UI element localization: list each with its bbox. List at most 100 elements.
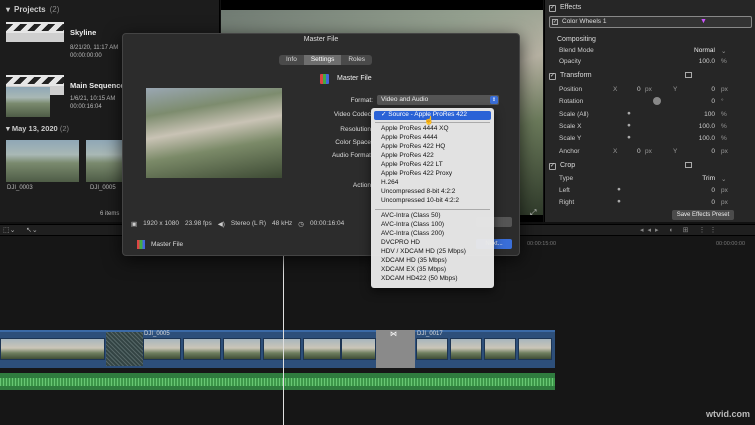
menu-item[interactable]: Apple ProRes 4444 <box>371 134 494 143</box>
anchor-label: Anchor <box>559 148 580 155</box>
axis-x-label: X <box>613 86 618 93</box>
transition-block[interactable]: ⋈ <box>376 330 415 368</box>
slider-knob-icon[interactable]: ● <box>627 110 631 117</box>
crop-checkbox[interactable]: ✓ <box>549 163 556 170</box>
projects-label: Projects <box>14 4 46 14</box>
menu-item[interactable]: AVC-Intra (Class 50) <box>371 212 494 221</box>
select-tool-icon[interactable]: ↖⌄ <box>26 226 38 234</box>
blend-mode-value[interactable]: Normal <box>661 47 715 54</box>
opacity-row[interactable]: Opacity 100.0 % <box>549 57 749 68</box>
save-effects-preset-button[interactable]: Save Effects Preset <box>672 210 734 220</box>
crop-section[interactable]: ✓ Crop <box>549 161 749 173</box>
scale-all-row[interactable]: Scale (All) ● 100 % <box>549 110 749 121</box>
scale-x-label: Scale X <box>559 123 582 130</box>
effects-checkbox[interactable]: ✓ <box>549 5 556 12</box>
menu-item[interactable]: Apple ProRes 422 <box>371 152 494 161</box>
crop-type-row[interactable]: Type Trim ⌄ <box>549 174 749 185</box>
opacity-unit: % <box>721 58 727 65</box>
dialog-title: Master File <box>303 36 339 43</box>
clip-frame <box>0 338 105 360</box>
scale-y-row[interactable]: Scale Y ● 100.0 % <box>549 134 749 145</box>
clip-thumbnail[interactable] <box>86 140 126 182</box>
footer-file-name: Master File <box>151 241 184 248</box>
menu-item[interactable]: Uncompressed 10-bit 4:2:2 <box>371 197 494 206</box>
position-x-value[interactable]: 0 <box>637 86 641 93</box>
projects-header[interactable]: ▾ Projects (2) <box>0 0 219 18</box>
anchor-x-value[interactable]: 0 <box>637 148 641 155</box>
menu-item[interactable]: Apple ProRes 4444 XQ <box>371 125 494 134</box>
fullscreen-icon[interactable]: ⤢ <box>530 208 536 218</box>
anchor-row[interactable]: Anchor X 0 px Y 0 px <box>549 147 749 158</box>
crop-left-value[interactable]: 0 <box>685 187 715 194</box>
crop-left-row[interactable]: Left ● 0 px <box>549 186 749 197</box>
crop-right-value[interactable]: 0 <box>685 199 715 206</box>
action-label: Action <box>352 182 371 189</box>
effects-section[interactable]: ✓ Effects <box>549 3 749 15</box>
slider-knob-icon[interactable]: ● <box>627 122 631 129</box>
color-board-icon[interactable]: ▼ <box>700 18 707 25</box>
clip-frame <box>143 338 181 360</box>
position-row[interactable]: Position X 0 px Y 0 px <box>549 85 749 96</box>
chevron-icon[interactable]: ⌄ <box>721 47 726 55</box>
unit-px: px <box>645 148 652 155</box>
scale-y-value[interactable]: 100.0 <box>685 135 715 142</box>
rotation-dial-icon[interactable] <box>653 97 661 105</box>
color-space-label: Color Space <box>335 139 371 146</box>
crop-right-row[interactable]: Right ● 0 px <box>549 198 749 209</box>
menu-item[interactable]: HDV / XDCAM HD (25 Mbps) <box>371 248 494 257</box>
menu-item[interactable]: XDCAM EX (35 Mbps) <box>371 266 494 275</box>
timeline-controls-icons[interactable]: ◂◂▸ ◖ ⊞ ⋮⋮ <box>640 226 720 234</box>
clip-thumbnail[interactable] <box>6 140 79 182</box>
disclosure-triangle-icon[interactable]: ▾ <box>6 5 10 14</box>
scale-x-value[interactable]: 100.0 <box>685 123 715 130</box>
scale-all-value[interactable]: 100 <box>685 111 715 118</box>
crop-controls-icon[interactable] <box>685 162 692 168</box>
color-wheels-effect[interactable]: ✓ Color Wheels 1 ▼ <box>549 16 752 28</box>
crop-type-value[interactable]: Trim <box>661 175 715 182</box>
position-y-value[interactable]: 0 <box>685 86 715 93</box>
color-wheels-checkbox[interactable]: ✓ <box>552 19 558 25</box>
menu-item[interactable]: XDCAM HD422 (50 Mbps) <box>371 275 494 284</box>
compositing-label: Compositing <box>557 36 596 43</box>
mouse-cursor-icon: ☝ <box>424 116 434 125</box>
date-group-header[interactable]: ▾ May 13, 2020 (2) <box>6 124 69 133</box>
tab-roles[interactable]: Roles <box>341 55 372 65</box>
blend-mode-row[interactable]: Blend Mode Normal ⌄ <box>549 46 749 57</box>
anchor-y-value[interactable]: 0 <box>685 148 715 155</box>
scale-x-row[interactable]: Scale X ● 100.0 % <box>549 122 749 133</box>
menu-item[interactable]: DVCPRO HD <box>371 239 494 248</box>
onscreen-controls-icon[interactable] <box>685 72 692 78</box>
tab-info[interactable]: Info <box>279 55 304 65</box>
transform-checkbox[interactable]: ✓ <box>549 73 556 80</box>
menu-item[interactable]: XDCAM HD (35 Mbps) <box>371 257 494 266</box>
slider-knob-icon[interactable]: ● <box>617 186 621 193</box>
menu-item[interactable]: Apple ProRes 422 HQ <box>371 143 494 152</box>
menu-item[interactable]: H.264 <box>371 179 494 188</box>
rotation-value[interactable]: 0 <box>685 98 715 105</box>
chevron-icon[interactable]: ⌄ <box>721 175 726 183</box>
menu-item[interactable]: AVC-Intra (Class 100) <box>371 221 494 230</box>
slider-knob-icon[interactable]: ● <box>617 198 621 205</box>
tab-settings[interactable]: Settings <box>303 55 342 65</box>
format-select[interactable]: Video and Audio ⇕ <box>377 95 499 105</box>
menu-item[interactable]: AVC-Intra (Class 200) <box>371 230 494 239</box>
menu-item[interactable]: Apple ProRes 422 Proxy <box>371 170 494 179</box>
tool-arrow-icon[interactable]: ⬚⌄ <box>3 226 15 234</box>
menu-item[interactable]: Apple ProRes 422 LT <box>371 161 494 170</box>
video-codec-menu: ✓ Source - Apple ProRes 422 Apple ProRes… <box>371 108 494 288</box>
clock-icon: ◷ <box>298 221 304 228</box>
unit-px: px <box>645 86 652 93</box>
position-label: Position <box>559 86 583 93</box>
disclosure-triangle-icon[interactable]: ▾ <box>6 124 10 133</box>
opacity-label: Opacity <box>559 58 582 65</box>
menu-item[interactable]: Uncompressed 8-bit 4:2:2 <box>371 188 494 197</box>
unit-deg: ° <box>721 98 724 105</box>
rotation-row[interactable]: Rotation 0 ° <box>549 97 749 108</box>
transition-icon[interactable]: ⋈ <box>390 330 397 338</box>
preview-thumbnail <box>146 88 282 178</box>
opacity-value[interactable]: 100.0 <box>685 58 715 65</box>
transform-section[interactable]: ✓ Transform <box>549 71 749 83</box>
playhead[interactable] <box>283 236 284 425</box>
clip-name: DJI_0003 <box>7 185 33 191</box>
slider-knob-icon[interactable]: ● <box>627 134 631 141</box>
